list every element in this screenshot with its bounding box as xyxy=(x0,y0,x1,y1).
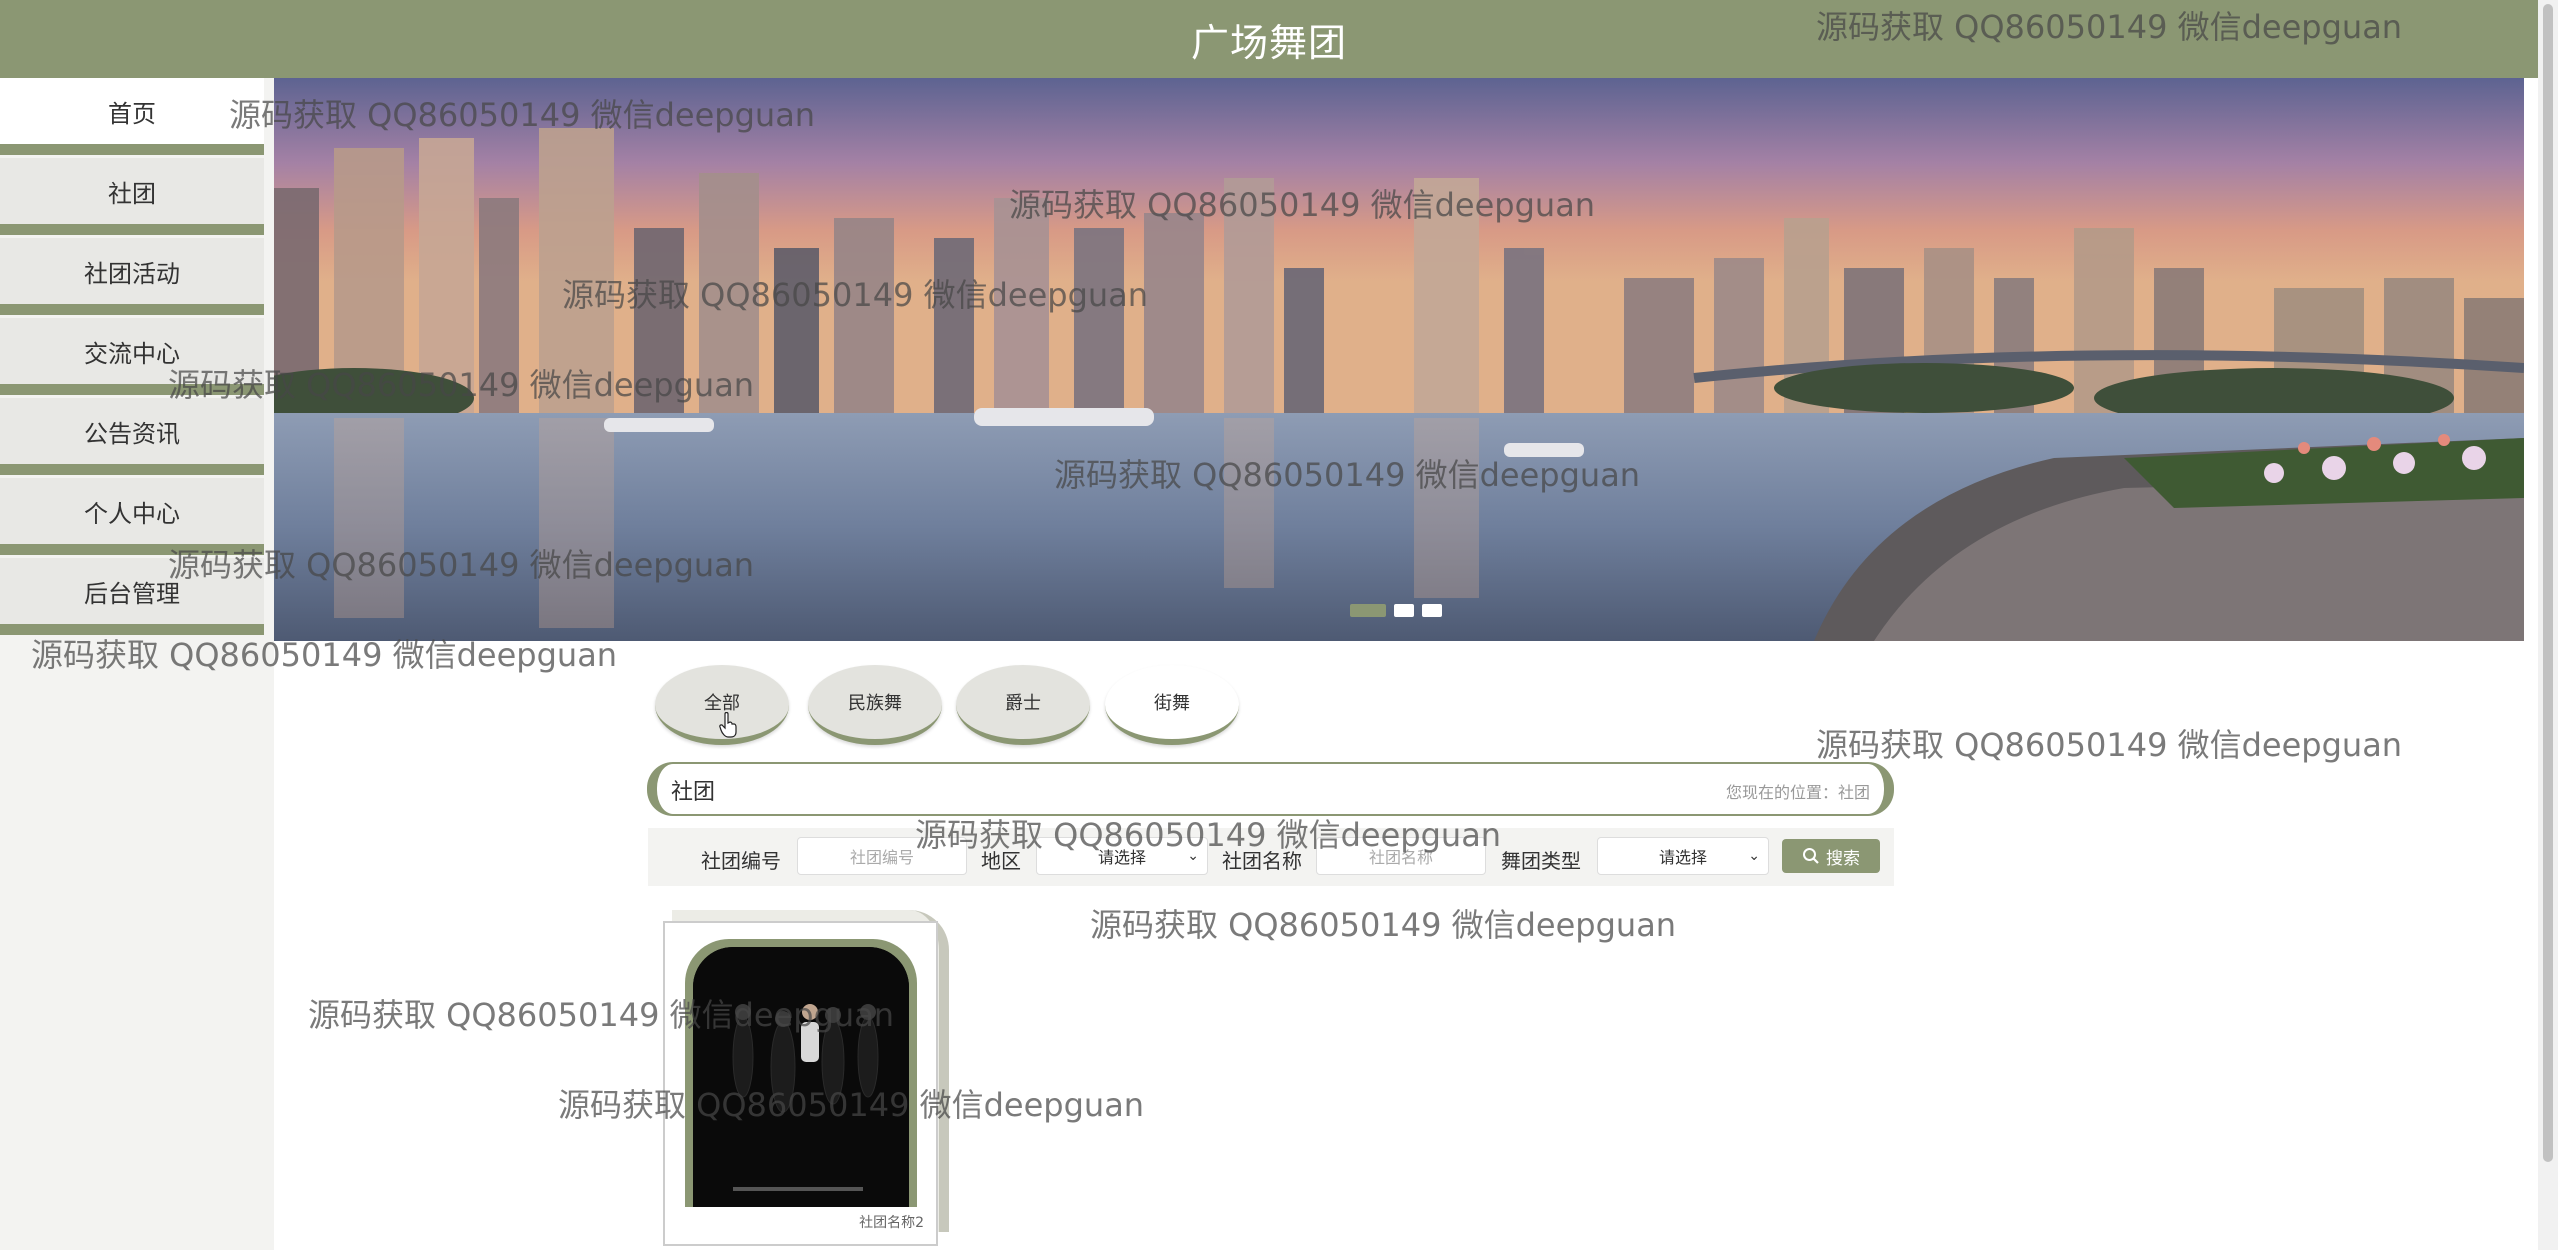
section-title: 社团 xyxy=(671,780,716,805)
carousel-dot-3[interactable] xyxy=(1422,604,1442,617)
scrollbar-thumb[interactable] xyxy=(2543,4,2553,1162)
dance-type-select[interactable]: 请选择 ⌄ xyxy=(1597,837,1769,875)
club-name-label: 社团名称 xyxy=(1222,849,1302,873)
region-label: 地区 xyxy=(981,849,1021,873)
dance-type-select-value: 请选择 xyxy=(1658,848,1707,867)
mouse-cursor-icon xyxy=(719,712,737,738)
sidebar-item-forum[interactable]: 交流中心 xyxy=(0,318,264,395)
banner-carousel[interactable] xyxy=(274,78,2524,641)
vertical-scrollbar[interactable] xyxy=(2538,0,2558,1250)
category-street-dance-button[interactable]: 街舞 xyxy=(1105,665,1239,745)
watermark-text: 源码获取 QQ86050149 微信deepguan xyxy=(1816,726,2403,764)
category-folk-dance-button[interactable]: 民族舞 xyxy=(808,665,942,745)
search-button-label: 搜索 xyxy=(1826,848,1860,869)
club-card[interactable]: 社团名称2 xyxy=(663,921,938,1246)
search-button[interactable]: 搜索 xyxy=(1782,839,1880,873)
site-title: 广场舞团 xyxy=(1190,21,1347,65)
watermark-text: 源码获取 QQ86050149 微信deepguan xyxy=(1090,906,1677,944)
sidebar-item-home[interactable]: 首页 xyxy=(0,78,264,155)
club-no-input[interactable]: 社团编号 xyxy=(797,837,967,875)
carousel-indicators xyxy=(1350,604,1442,617)
sidebar-item-admin[interactable]: 后台管理 xyxy=(0,558,264,635)
club-card-image xyxy=(693,947,909,1207)
region-select[interactable]: 请选择 ⌄ xyxy=(1036,837,1208,875)
carousel-dot-1[interactable] xyxy=(1350,604,1386,617)
search-filter-bar: 社团编号 社团编号 地区 请选择 ⌄ 社团名称 社团名称 舞团类型 请选择 ⌄ … xyxy=(648,828,1894,886)
sidebar: 首页 社团 社团活动 交流中心 公告资讯 个人中心 后台管理 xyxy=(0,78,274,1250)
banner-cityscape-image xyxy=(274,78,2524,641)
search-icon xyxy=(1803,848,1819,864)
sidebar-item-clubs[interactable]: 社团 xyxy=(0,158,264,235)
club-card-name: 社团名称2 xyxy=(859,1215,924,1231)
top-header: 广场舞团 xyxy=(0,0,2538,78)
category-jazz-button[interactable]: 爵士 xyxy=(956,665,1090,745)
breadcrumb-bar: 社团 您现在的位置：社团 xyxy=(647,762,1894,816)
chevron-down-icon: ⌄ xyxy=(1748,848,1760,864)
sidebar-item-club-activities[interactable]: 社团活动 xyxy=(0,238,264,315)
chevron-down-icon: ⌄ xyxy=(1187,848,1199,864)
region-select-value: 请选择 xyxy=(1097,848,1146,867)
club-no-label: 社团编号 xyxy=(701,849,781,873)
club-card-image-frame xyxy=(685,939,917,1207)
dance-type-label: 舞团类型 xyxy=(1501,849,1581,873)
breadcrumb-location: 您现在的位置：社团 xyxy=(1725,783,1870,802)
club-name-input[interactable]: 社团名称 xyxy=(1316,837,1486,875)
carousel-dot-2[interactable] xyxy=(1394,604,1414,617)
sidebar-item-news[interactable]: 公告资讯 xyxy=(0,398,264,475)
sidebar-item-profile[interactable]: 个人中心 xyxy=(0,478,264,555)
